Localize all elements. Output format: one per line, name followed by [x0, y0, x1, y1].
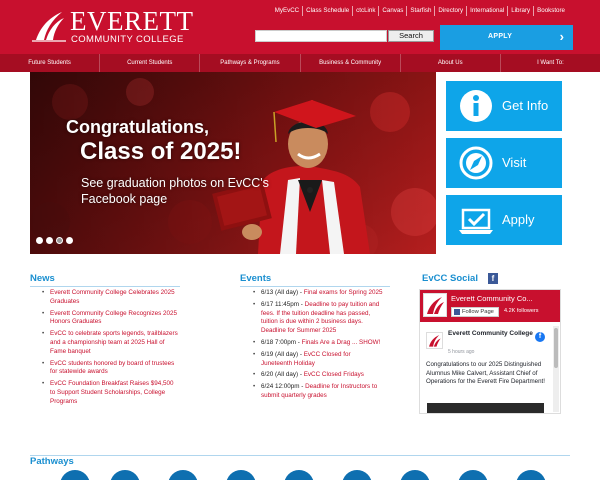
pathway-icon[interactable] [60, 470, 90, 480]
pathway-icon[interactable] [168, 470, 198, 480]
event-item[interactable]: 6/18 7:00pm - Finals Are a Drag ... SHOW… [251, 339, 383, 348]
compass-icon [459, 146, 493, 180]
nav-pathways-programs[interactable]: Pathways & Programs [200, 54, 301, 72]
post-avatar [426, 332, 443, 349]
social-heading: EvCC Social [422, 273, 478, 284]
event-item[interactable]: 6/13 (All day) - Final exams for Spring … [251, 289, 383, 298]
site-header: EVERETT COMMUNITY COLLEGE MyEvCC Class S… [0, 0, 600, 54]
event-date: 6/13 (All day) - [261, 289, 304, 296]
toplink-class-schedule[interactable]: Class Schedule [302, 6, 352, 16]
get-info-tile[interactable]: Get Info [446, 81, 562, 131]
news-item[interactable]: Everett Community College Celebrates 202… [40, 289, 180, 307]
facebook-icon[interactable]: f [488, 273, 498, 284]
event-title[interactable]: Final exams for Spring 2025 [304, 289, 383, 296]
apply-label: Apply [502, 212, 535, 227]
toplink-ctclink[interactable]: ctcLink [352, 6, 378, 16]
news-heading[interactable]: News [30, 273, 180, 287]
logo-subtext: COMMUNITY COLLEGE [71, 34, 184, 45]
apply-tile[interactable]: Apply [446, 195, 562, 245]
toplink-starfish[interactable]: Starfish [406, 6, 434, 16]
logo-text: EVERETT [70, 6, 194, 36]
nav-business-community[interactable]: Business & Community [301, 54, 401, 72]
hero-heading-line1: Congratulations, [66, 117, 209, 137]
chevron-right-icon: › [559, 29, 564, 44]
event-date: 6/17 11:45pm - [261, 300, 305, 308]
toplink-canvas[interactable]: Canvas [378, 6, 406, 16]
toplink-myevcc[interactable]: MyEvCC [272, 6, 302, 16]
pathways-heading[interactable]: Pathways [30, 455, 570, 467]
facebook-page-name[interactable]: Everett Community Co... [451, 294, 533, 303]
nav-i-want-to[interactable]: I Want To: [501, 54, 600, 72]
post-author[interactable]: Everett Community College [448, 330, 538, 338]
facebook-small-icon [454, 309, 460, 315]
carousel-dot-1[interactable] [36, 237, 43, 244]
widget-scrollbar[interactable] [553, 326, 559, 412]
carousel-dot-4[interactable] [66, 237, 73, 244]
page-logo-icon [423, 293, 447, 317]
college-logo[interactable]: EVERETT COMMUNITY COLLEGE [32, 6, 193, 48]
search-button[interactable]: Search [388, 30, 434, 42]
carousel-dot-3[interactable] [56, 237, 63, 244]
toplink-bookstore[interactable]: Bookstore [533, 6, 568, 16]
news-list: Everett Community College Celebrates 202… [40, 289, 180, 410]
event-item[interactable]: 6/20 (All day) - EvCC Closed Fridays [251, 371, 383, 380]
event-title[interactable]: EvCC Closed Fridays [304, 371, 364, 378]
events-list: 6/13 (All day) - Final exams for Spring … [251, 289, 383, 404]
event-date: 6/24 12:00pm - [261, 383, 306, 391]
pathway-icon[interactable] [458, 470, 488, 480]
main-nav: Future Students Current Students Pathway… [0, 54, 600, 72]
logo-mark-icon [32, 12, 66, 42]
post-image[interactable] [427, 403, 544, 413]
news-item[interactable]: EvCC Foundation Breakfast Raises $94,500… [40, 380, 180, 406]
events-heading[interactable]: Events [240, 273, 390, 287]
facebook-widget-header: Everett Community Co... Follow Page 4.2K… [420, 290, 560, 322]
laptop-icon [459, 208, 493, 234]
event-item[interactable]: 6/17 11:45pm - Deadline to pay tuition a… [251, 301, 383, 336]
toplink-international[interactable]: International [466, 6, 507, 16]
carousel-dot-2[interactable] [46, 237, 53, 244]
hero-subtext: See graduation photos on EvCC's Facebook… [81, 176, 269, 206]
scrollbar-thumb[interactable] [554, 328, 558, 368]
pathway-icon[interactable] [226, 470, 256, 480]
event-title[interactable]: Finals Are a Drag ... SHOW! [302, 339, 381, 346]
pathway-icon[interactable] [400, 470, 430, 480]
pathway-icon[interactable] [284, 470, 314, 480]
post-time: 5 hours ago [448, 349, 475, 355]
post-text: Congratulations to our 2025 Distinguishe… [426, 361, 545, 386]
event-date: 6/19 (All day) - [261, 350, 304, 358]
apply-button-label: APPLY [488, 33, 513, 40]
event-item[interactable]: 6/24 12:00pm - Deadline for Instructors … [251, 383, 383, 401]
utility-links: MyEvCC Class Schedule ctcLink Canvas Sta… [272, 6, 568, 16]
event-date: 6/20 (All day) - [261, 371, 304, 379]
carousel-dots [36, 237, 73, 244]
event-item[interactable]: 6/19 (All day) - EvCC Closed for Junetee… [251, 351, 383, 369]
nav-about-us[interactable]: About Us [401, 54, 501, 72]
facebook-logo-icon: f [535, 332, 545, 342]
follow-page-button[interactable]: Follow Page [451, 307, 499, 317]
pathway-icon[interactable] [516, 470, 546, 480]
search-input[interactable] [255, 30, 387, 42]
hero-heading-line2: Class of 2025! [80, 138, 242, 165]
get-info-label: Get Info [502, 98, 549, 113]
toplink-directory[interactable]: Directory [434, 6, 466, 16]
toplink-library[interactable]: Library [507, 6, 533, 16]
event-date: 6/18 7:00pm - [261, 338, 302, 346]
hero-carousel[interactable]: Congratulations, Class of 2025! See grad… [30, 72, 436, 254]
news-item[interactable]: EvCC to celebrate sports legends, trailb… [40, 330, 180, 356]
follower-count: 4.2K followers [504, 308, 539, 314]
facebook-widget[interactable]: Everett Community Co... Follow Page 4.2K… [419, 289, 561, 414]
pathway-icon[interactable] [342, 470, 372, 480]
news-item[interactable]: Everett Community College Recognizes 202… [40, 310, 180, 328]
follow-page-label: Follow Page [462, 309, 494, 315]
news-item[interactable]: EvCC students honored by board of truste… [40, 360, 180, 378]
info-icon [460, 90, 492, 122]
nav-current-students[interactable]: Current Students [100, 54, 201, 72]
visit-tile[interactable]: Visit [446, 138, 562, 188]
pathway-icon[interactable] [110, 470, 140, 480]
apply-button[interactable]: APPLY › [440, 25, 573, 50]
visit-label: Visit [502, 155, 527, 170]
nav-future-students[interactable]: Future Students [0, 54, 101, 72]
